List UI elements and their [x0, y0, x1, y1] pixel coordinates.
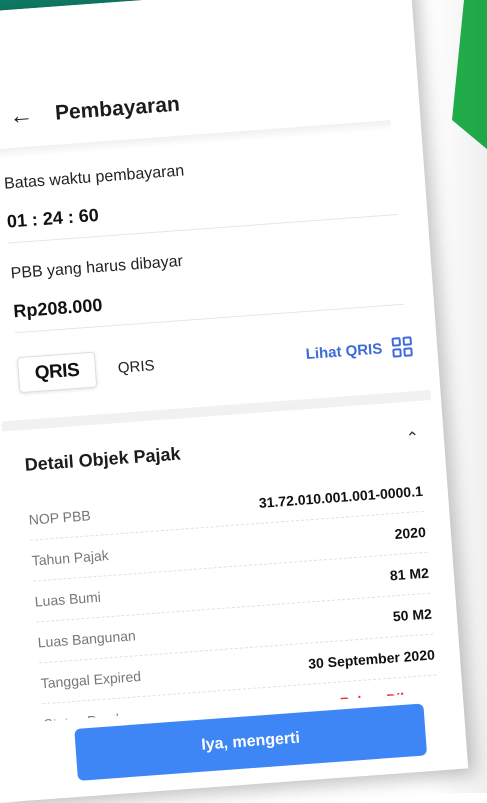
- detail-label: Tahun Pajak: [31, 547, 110, 569]
- detail-label: Luas Bumi: [34, 588, 102, 610]
- detail-value: 50 M2: [392, 605, 433, 625]
- chevron-up-icon[interactable]: ⌄: [405, 426, 420, 447]
- detail-label: NOP PBB: [28, 507, 92, 528]
- deadline-value: 01 : 24 : 60: [6, 204, 100, 232]
- qr-code-icon[interactable]: [391, 336, 413, 358]
- detail-header[interactable]: Detail Objek Pajak ⌄: [24, 421, 420, 480]
- page-title: Pembayaran: [54, 92, 181, 125]
- payment-method-row: QRIS QRIS Lihat QRIS: [16, 321, 414, 400]
- view-qris-link[interactable]: Lihat QRIS: [305, 340, 383, 363]
- arrow-left-icon[interactable]: ←: [8, 101, 34, 130]
- deadline-section: Batas waktu pembayaran 01 : 24 : 60: [4, 146, 407, 232]
- payment-method-label: QRIS: [117, 356, 156, 377]
- qris-logo: QRIS: [16, 351, 98, 394]
- status-area: [0, 0, 415, 75]
- detail-value: 2020: [394, 523, 427, 543]
- detail-label: Tanggal Expired: [40, 668, 142, 692]
- detail-value: 31.72.010.001.001-0000.1: [258, 482, 424, 511]
- amount-value: Rp208.000: [12, 294, 104, 322]
- detail-value: 30 September 2020: [307, 646, 436, 672]
- detail-label: Luas Bangunan: [37, 627, 137, 651]
- detail-title: Detail Objek Pajak: [23, 443, 182, 475]
- phone-screen: ← Pembayaran Batas waktu pembayaran 01 :…: [0, 0, 469, 803]
- detail-value: 81 M2: [389, 564, 430, 584]
- app-header: ← Pembayaran: [8, 88, 181, 134]
- amount-section: PBB yang harus dibayar Rp208.000: [10, 236, 413, 322]
